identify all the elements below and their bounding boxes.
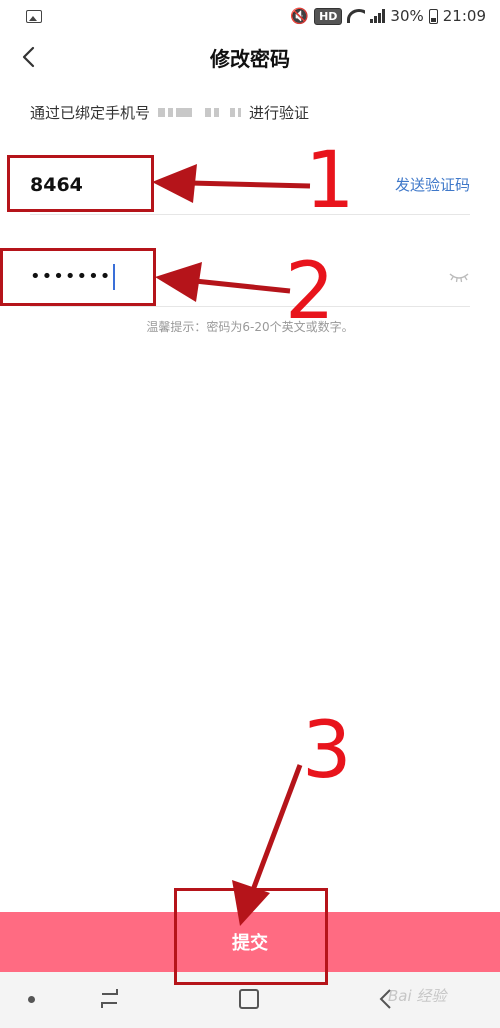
gallery-icon	[26, 9, 42, 23]
clock: 21:09	[442, 7, 486, 25]
eye-closed-icon[interactable]	[448, 270, 470, 284]
annotation-arrow-3	[232, 764, 303, 926]
verify-hint: 通过已绑定手机号 进行验证	[30, 102, 309, 123]
back-arrow-icon[interactable]	[18, 45, 42, 69]
recent-apps-icon[interactable]	[98, 988, 122, 1010]
signal-icon	[370, 9, 386, 23]
hd-badge: HD	[314, 7, 343, 25]
password-input[interactable]: •••••••	[30, 266, 111, 287]
nav-dot-icon[interactable]	[28, 996, 35, 1003]
status-icons: 🔇 HD 30% 21:09	[290, 7, 486, 25]
verification-code-input[interactable]: 8464	[30, 174, 83, 196]
battery-percent: 30%	[390, 7, 424, 25]
text-caret	[113, 263, 116, 290]
header: 修改密码	[0, 32, 500, 82]
status-bar: 🔇 HD 30% 21:09	[0, 0, 500, 32]
masked-phone-number	[158, 108, 242, 117]
home-icon[interactable]	[239, 989, 259, 1009]
mute-icon: 🔇	[290, 7, 310, 25]
verify-prefix: 通过已绑定手机号	[30, 104, 151, 122]
page-title: 修改密码	[210, 46, 290, 71]
wifi-icon	[347, 9, 366, 23]
verify-suffix: 进行验证	[249, 104, 310, 122]
battery-icon	[428, 8, 438, 24]
submit-label: 提交	[232, 933, 268, 954]
send-code-button[interactable]: 发送验证码	[395, 174, 470, 195]
submit-button[interactable]: 提交	[0, 912, 500, 972]
verification-code-field[interactable]: 8464 发送验证码	[30, 155, 470, 215]
baidu-watermark: Bai 经验	[388, 987, 447, 1005]
password-tip: 温馨提示：密码为6-20个英文或数字。	[146, 320, 354, 334]
new-password-field[interactable]: •••••••	[30, 247, 470, 307]
annotation-number-3: 3	[302, 706, 352, 796]
